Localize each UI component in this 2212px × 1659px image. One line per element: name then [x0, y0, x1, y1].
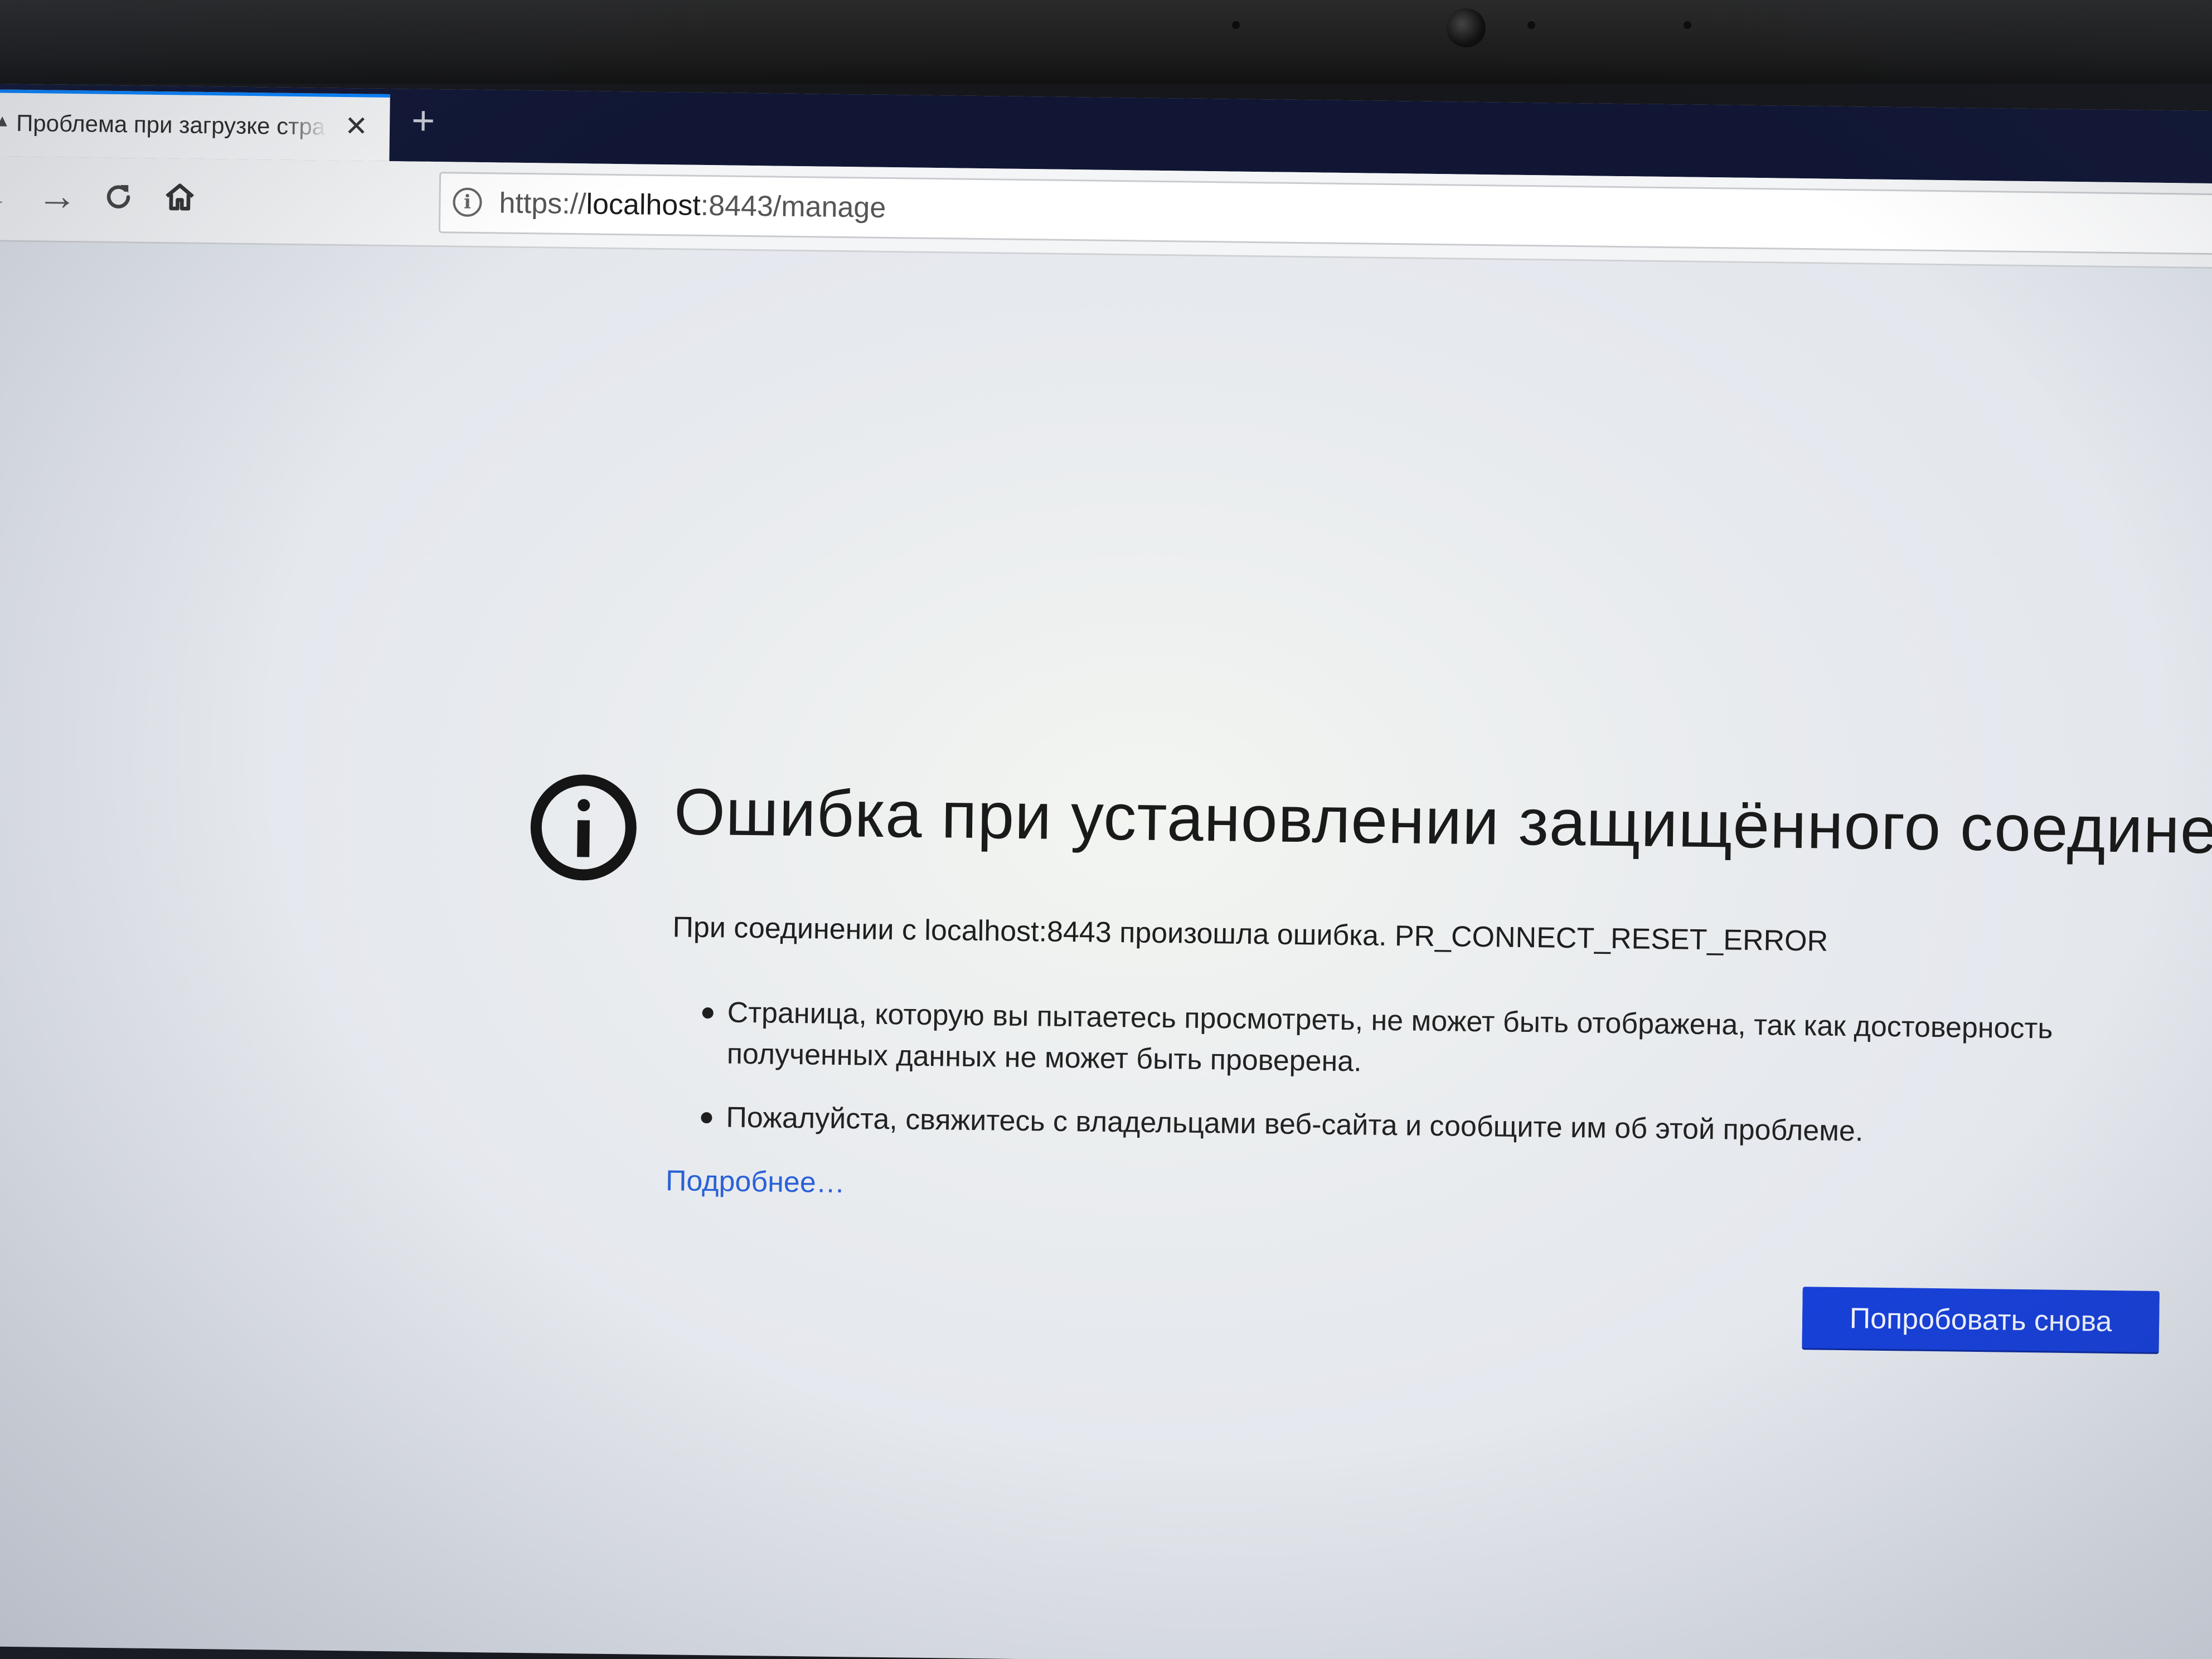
webcam-icon — [1447, 8, 1486, 47]
bezel-sensor — [1684, 21, 1691, 29]
error-bullet-list: Страница, которую вы пытаетесь просмотре… — [670, 991, 2121, 1177]
close-icon[interactable]: ✕ — [339, 109, 373, 143]
photo-of-screen: ▲ Проблема при загрузке стра ✕ + ← → i h… — [0, 0, 2212, 1659]
arrow-right-icon[interactable]: → — [32, 171, 83, 221]
tab-title: Проблема при загрузке стра — [16, 109, 326, 140]
reload-icon[interactable] — [93, 172, 144, 222]
plus-icon[interactable]: + — [404, 99, 443, 144]
bezel-sensor — [1232, 21, 1240, 29]
url-host: localhost — [586, 188, 701, 222]
error-page: Ошибка при установлении защищённого соед… — [0, 241, 2212, 1659]
learn-more-link[interactable]: Подробнее… — [666, 1164, 845, 1200]
laptop-bezel — [0, 0, 2212, 84]
list-item: Пожалуйста, свяжитесь с владельцами веб-… — [670, 1096, 2120, 1155]
url-bar[interactable]: i https://localhost:8443/manage — [438, 172, 2212, 256]
error-description: При соединении с localhost:8443 произошл… — [672, 911, 1828, 958]
url-text[interactable]: https://localhost:8443/manage — [499, 186, 886, 224]
url-scheme: https:// — [499, 187, 586, 221]
info-circle-icon — [530, 774, 637, 881]
browser-window: ▲ Проблема при загрузке стра ✕ + ← → i h… — [0, 84, 2212, 1659]
error-title: Ошибка при установлении защищённого соед… — [673, 775, 2212, 869]
try-again-button[interactable]: Попробовать снова — [1802, 1287, 2160, 1352]
info-icon-dot — [578, 799, 590, 812]
url-path: :8443/manage — [700, 189, 886, 224]
arrow-left-icon[interactable]: ← — [0, 170, 16, 221]
tab-active[interactable]: ▲ Проблема при загрузке стра ✕ — [0, 89, 390, 162]
list-item: Страница, которую вы пытаетесь просмотре… — [671, 991, 2121, 1092]
info-icon-stem — [577, 820, 590, 857]
bezel-sensor — [1527, 21, 1535, 29]
info-icon[interactable]: i — [453, 187, 482, 217]
warning-icon: ▲ — [0, 111, 11, 130]
home-icon[interactable] — [154, 172, 205, 223]
